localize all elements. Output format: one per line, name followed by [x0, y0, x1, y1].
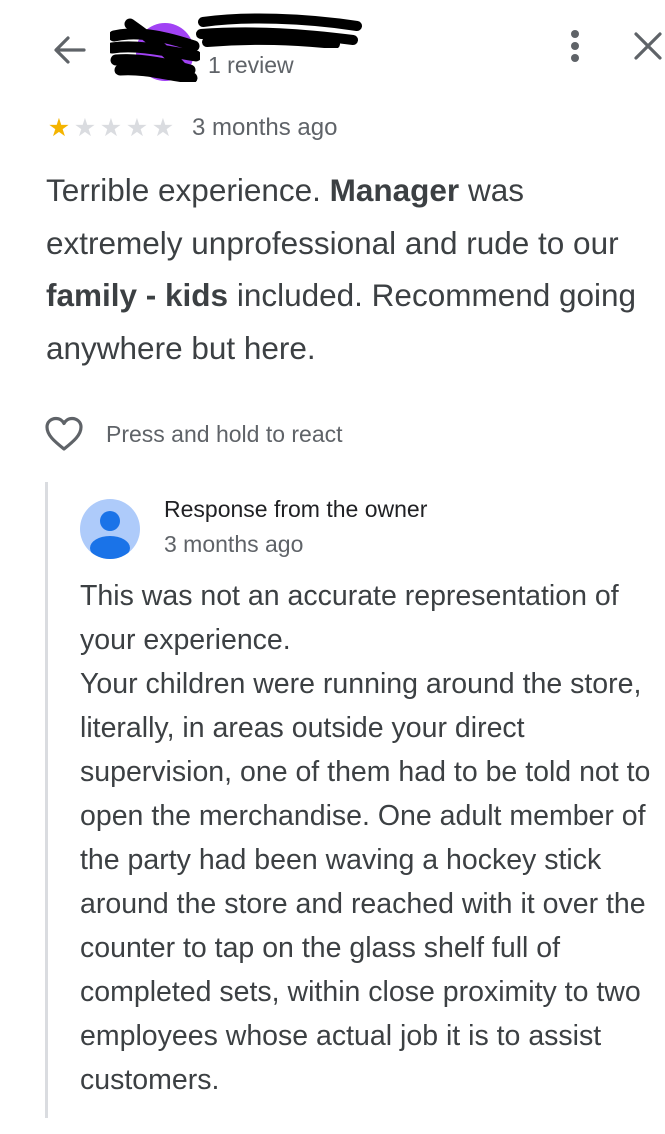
react-label: Press and hold to react — [106, 420, 343, 447]
star-filled-icon: ★ — [47, 113, 71, 142]
star-rating: ★ ★ ★ ★ ★ — [46, 113, 176, 142]
owner-response-title: Response from the owner — [164, 496, 428, 522]
owner-avatar — [80, 499, 140, 559]
review-time: 3 months ago — [192, 114, 338, 141]
star-empty-icon: ★ — [125, 113, 149, 142]
owner-response-text: This was not an accurate representation … — [80, 580, 651, 1096]
close-icon — [634, 32, 662, 60]
star-empty-icon: ★ — [99, 113, 123, 142]
review-header: 1 review — [0, 0, 665, 100]
star-empty-icon: ★ — [73, 113, 97, 142]
owner-response-time: 3 months ago — [164, 531, 304, 557]
arrow-left-icon — [54, 36, 86, 64]
star-empty-icon: ★ — [151, 113, 175, 142]
response-divider — [45, 482, 48, 1118]
reviewer-avatar[interactable] — [106, 18, 202, 84]
more-options-button[interactable] — [560, 26, 590, 66]
review-text: Terrible experience. Manager was extreme… — [46, 164, 665, 374]
person-avatar-icon — [80, 499, 140, 559]
react-button[interactable]: Press and hold to react — [44, 416, 343, 452]
review-text-bold: Manager — [329, 172, 460, 208]
more-vertical-icon — [571, 30, 579, 62]
heart-outline-icon — [45, 416, 83, 451]
reviewer-name-redacted — [195, 8, 365, 49]
back-button[interactable] — [50, 30, 90, 70]
close-button[interactable] — [630, 26, 664, 64]
reviewer-review-count[interactable]: 1 review — [208, 52, 294, 79]
review-text-bold: family - kids — [46, 277, 229, 313]
rating-row: ★ ★ ★ ★ ★ 3 months ago — [46, 112, 338, 144]
review-text-segment: Terrible experience. — [46, 172, 330, 208]
